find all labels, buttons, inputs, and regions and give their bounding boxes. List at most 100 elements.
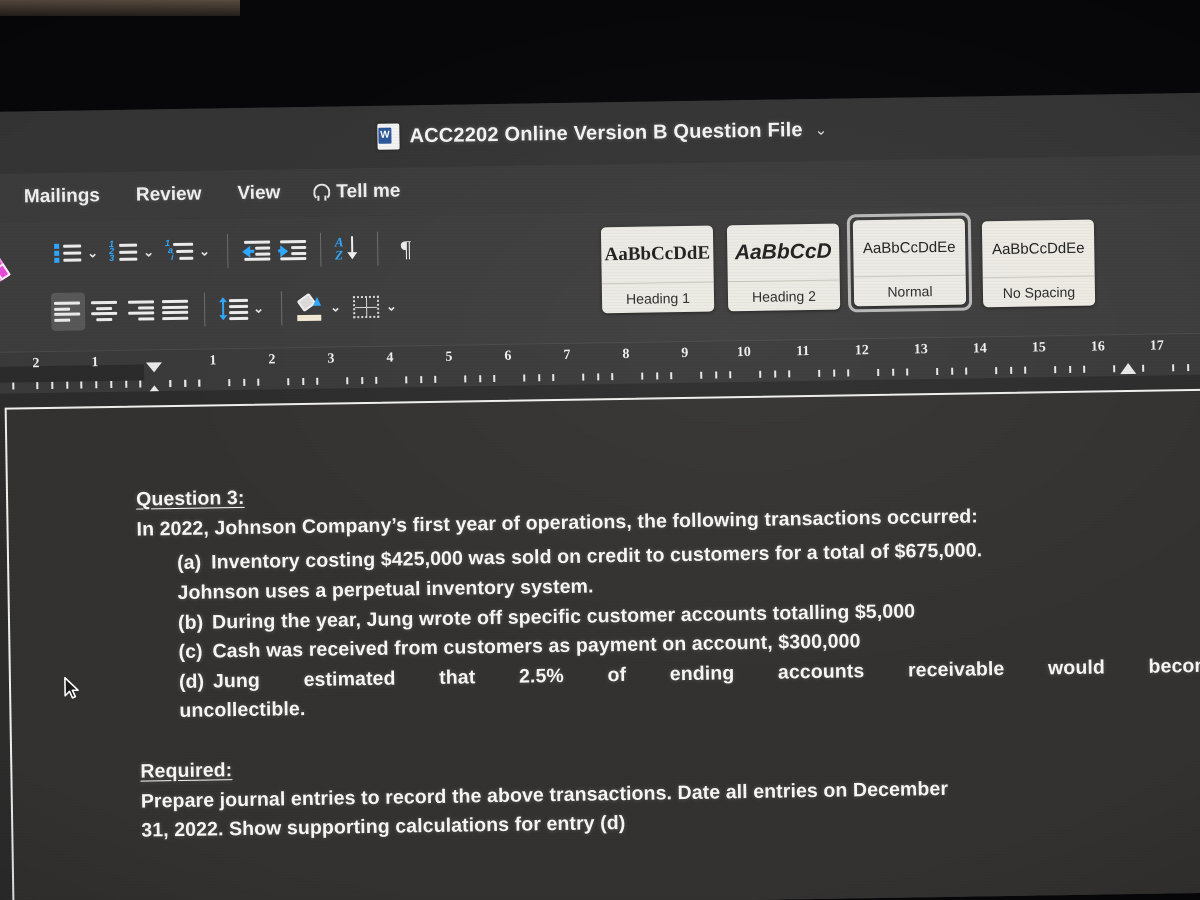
style-heading-1-wrap[interactable]: AaBbCcDdE Heading 1	[598, 222, 717, 316]
paragraph-row-2: ⌄ ⌄ ⌄	[0, 275, 586, 342]
ruler-number: 6	[504, 348, 512, 364]
ruler-tick-minor	[375, 376, 378, 384]
align-center-icon	[90, 300, 118, 322]
align-left-icon	[53, 301, 82, 322]
pilcrow-icon: ¶	[400, 235, 412, 261]
ruler-tick-minor	[670, 372, 673, 380]
document-page[interactable]: Question 3: In 2022, Johnson Company’s f…	[4, 387, 1200, 900]
ruler-tick-minor	[478, 375, 481, 383]
ruler-tick-minor	[714, 371, 717, 379]
ruler-number: 8	[622, 346, 630, 362]
borders-button[interactable]	[349, 288, 384, 327]
bullets-button[interactable]	[50, 234, 85, 273]
clipped-font-group: ⌄	[0, 231, 28, 352]
align-center-button[interactable]	[87, 292, 122, 331]
decrease-indent-button[interactable]	[239, 231, 274, 270]
ruler-tick-minor	[109, 380, 113, 389]
ruler-number: 5	[445, 349, 453, 365]
ruler-tick-minor	[65, 381, 68, 389]
line-spacing-chevron-down-icon[interactable]: ⌄	[252, 290, 271, 328]
style-heading-2[interactable]: AaBbCcD Heading 2	[726, 223, 841, 312]
line-spacing-button[interactable]	[216, 290, 251, 329]
ruler-tick-minor	[139, 380, 142, 388]
first-line-indent-marker[interactable]	[145, 362, 163, 373]
ruler-tick-minor	[891, 368, 894, 376]
style-heading-2-sample: AaBbCcD	[734, 239, 832, 265]
tab-mailings[interactable]: Mailings	[6, 181, 118, 213]
borders-chevron-down-icon[interactable]: ⌄	[385, 287, 404, 325]
ruler-number: 14	[972, 341, 987, 357]
ruler-number: 7	[563, 347, 571, 363]
ruler-number: 1	[209, 353, 217, 369]
ruler-tick-minor	[773, 370, 776, 378]
ruler-tick-minor	[1112, 365, 1115, 373]
ruler-tick-minor	[788, 370, 791, 378]
justify-button[interactable]	[159, 291, 194, 330]
ruler-number: 10	[736, 344, 751, 361]
ruler-tick-minor	[655, 372, 658, 380]
style-heading-1-sample: AaBbCcDdE	[604, 242, 711, 266]
shading-button[interactable]	[293, 289, 328, 328]
ruler-tick-minor	[419, 376, 422, 384]
align-left-button[interactable]	[50, 292, 86, 331]
style-no-spacing[interactable]: AaBbCcDdEe No Spacing	[981, 219, 1096, 308]
title-chevron-down-icon[interactable]: ⌄	[815, 121, 828, 139]
multilevel-chevron-down-icon[interactable]: ⌄	[198, 232, 217, 270]
ribbon-body: ⌄ ⌄ 123	[0, 202, 1200, 352]
numbering-button[interactable]: 123	[106, 234, 141, 273]
right-indent-marker[interactable]	[1119, 362, 1136, 375]
ruler-number: 15	[1031, 340, 1046, 356]
ruler-tick-minor	[463, 375, 467, 383]
ruler-tick-minor	[729, 371, 732, 379]
ruler-tick-minor	[242, 378, 245, 386]
ruler-tick-minor	[227, 379, 231, 387]
ruler-tick-minor	[699, 371, 703, 379]
divider	[203, 292, 206, 327]
ruler-tick-minor	[434, 375, 437, 383]
bullets-chevron-down-icon[interactable]: ⌄	[86, 234, 105, 272]
ruler-tick-minor	[1186, 364, 1189, 372]
multilevel-list-button[interactable]: 1ai	[162, 233, 197, 272]
shading-chevron-down-icon[interactable]: ⌄	[329, 288, 348, 326]
ruler-number: 17	[1149, 338, 1164, 354]
numbering-chevron-down-icon[interactable]: ⌄	[142, 233, 161, 271]
ruler-tick-minor	[124, 380, 127, 388]
ruler-tick-minor	[906, 368, 909, 376]
styles-gallery: AaBbCcDdE Heading 1 AaBbCcD Heading 2 Aa…	[584, 207, 1200, 343]
list-item-tag: (a)	[176, 551, 202, 575]
ruler-tick-minor	[286, 378, 290, 386]
mouse-cursor-arrow-icon	[64, 676, 79, 699]
style-heading-1-label: Heading 1	[601, 281, 715, 314]
sort-button[interactable]: AZ	[332, 230, 367, 269]
style-no-spacing-wrap[interactable]: AaBbCcDdEe No Spacing	[979, 217, 1098, 311]
style-normal-wrap[interactable]: AaBbCcDdEe Normal	[846, 212, 973, 313]
lightbulb-icon	[312, 183, 327, 202]
ruler-number: 1	[91, 355, 99, 371]
style-heading-2-wrap[interactable]: AaBbCcD Heading 2	[724, 221, 843, 315]
ruler-tick-minor	[316, 377, 319, 385]
photo-of-screen: ACC2202 Online Version B Question File ⌄…	[0, 0, 1200, 900]
ruler-tick-minor	[198, 379, 201, 387]
tell-me-button[interactable]: Tell me	[298, 176, 419, 208]
show-formatting-marks-button[interactable]: ¶	[389, 229, 424, 268]
style-normal[interactable]: AaBbCcDdEe Normal	[852, 218, 967, 307]
ruler-left-margin-band	[0, 364, 145, 383]
ruler-tick-minor	[1053, 366, 1056, 374]
ruler-tick-minor	[257, 378, 260, 386]
paragraph-group: ⌄ ⌄ 123	[0, 217, 586, 352]
align-right-icon	[126, 300, 155, 321]
ruler-tick-minor	[12, 382, 15, 390]
increase-indent-button[interactable]	[275, 231, 310, 270]
paragraph-row-1: ⌄ 123 ⌄ 1ai ⌄ A Z ¶	[0, 217, 585, 284]
line-spacing-icon	[218, 297, 249, 321]
style-heading-1[interactable]: AaBbCcDdE Heading 1	[600, 225, 715, 314]
list-item-tag: (d)	[178, 670, 205, 693]
ruler-tick-minor	[1024, 366, 1027, 374]
ruler-tick-minor	[95, 381, 98, 389]
tab-view[interactable]: View	[219, 178, 298, 209]
sort-az-icon: AZ	[334, 234, 364, 263]
tab-review[interactable]: Review	[118, 179, 220, 211]
align-right-button[interactable]	[123, 291, 158, 330]
text-highlight-eraser-icon[interactable]	[0, 257, 11, 284]
ruler-tick-minor	[817, 369, 821, 377]
